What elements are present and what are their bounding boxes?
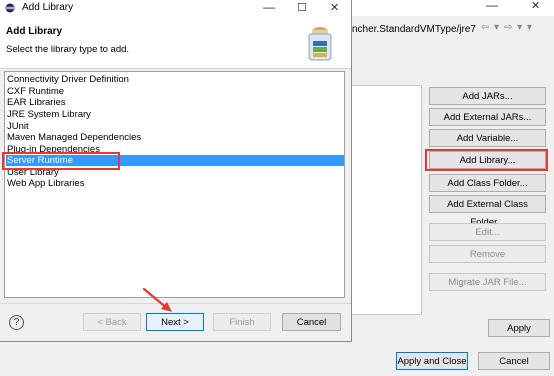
add-variable-button[interactable]: Add Variable... bbox=[429, 129, 546, 147]
library-jar-icon bbox=[308, 27, 332, 61]
library-type-list[interactable]: Connectivity Driver Definition CXF Runti… bbox=[2, 71, 345, 298]
add-jars-button[interactable]: Add JARs... bbox=[429, 87, 546, 105]
eclipse-icon bbox=[5, 3, 15, 13]
list-item[interactable]: CXF Runtime bbox=[6, 86, 344, 97]
build-path-list[interactable] bbox=[352, 85, 422, 315]
list-item[interactable]: Maven Managed Dependencies bbox=[6, 132, 344, 143]
add-external-jars-button[interactable]: Add External JARs... bbox=[429, 108, 546, 126]
close-icon[interactable]: ✕ bbox=[531, 0, 540, 12]
list-item[interactable]: Connectivity Driver Definition bbox=[6, 74, 344, 85]
minimize-icon[interactable]: — bbox=[263, 0, 275, 14]
next-button[interactable]: Next > bbox=[146, 313, 204, 331]
wizard-header-subtitle: Select the library type to add. bbox=[6, 44, 130, 55]
add-class-folder-button[interactable]: Add Class Folder... bbox=[429, 174, 546, 192]
migrate-jar-button[interactable]: Migrate JAR File... bbox=[429, 273, 546, 291]
wizard-header: Add Library Select the library type to a… bbox=[0, 16, 351, 69]
finish-button[interactable]: Finish bbox=[213, 313, 271, 331]
list-item[interactable]: JRE System Library bbox=[6, 109, 344, 120]
list-item[interactable]: JUnit bbox=[6, 121, 344, 132]
minimize-icon[interactable]: — bbox=[486, 0, 498, 12]
background-cancel-button[interactable]: Cancel bbox=[478, 352, 550, 370]
add-external-class-folder-button[interactable]: Add External Class Folder... bbox=[429, 195, 546, 228]
history-nav-icons[interactable]: ⇦ ▾ ⇨ ▾ ▾ bbox=[481, 22, 533, 33]
background-path-label: ncher.StandardVMType/jre7 bbox=[352, 24, 476, 35]
cancel-button[interactable]: Cancel bbox=[282, 313, 341, 331]
apply-button[interactable]: Apply bbox=[488, 319, 550, 337]
back-button[interactable]: < Back bbox=[83, 313, 141, 331]
close-icon[interactable]: ✕ bbox=[330, 1, 339, 14]
apply-and-close-button[interactable]: Apply and Close bbox=[396, 352, 468, 370]
edit-button[interactable]: Edit... bbox=[429, 223, 546, 241]
list-item[interactable]: EAR Libraries bbox=[6, 97, 344, 108]
wizard-header-title: Add Library bbox=[6, 26, 63, 37]
pointer-arrow-icon bbox=[142, 287, 172, 312]
server-runtime-highlight bbox=[2, 152, 120, 170]
remove-button[interactable]: Remove bbox=[429, 245, 546, 263]
add-library-highlight bbox=[425, 149, 548, 171]
dialog-title: Add Library bbox=[22, 2, 74, 13]
maximize-icon[interactable]: ☐ bbox=[297, 1, 307, 14]
add-library-dialog: Add Library — ☐ ✕ Add Library Select the… bbox=[0, 0, 352, 342]
list-item[interactable]: Web App Libraries bbox=[6, 178, 344, 189]
dialog-titlebar: Add Library — ☐ ✕ bbox=[0, 0, 351, 16]
help-icon[interactable]: ? bbox=[9, 315, 24, 330]
